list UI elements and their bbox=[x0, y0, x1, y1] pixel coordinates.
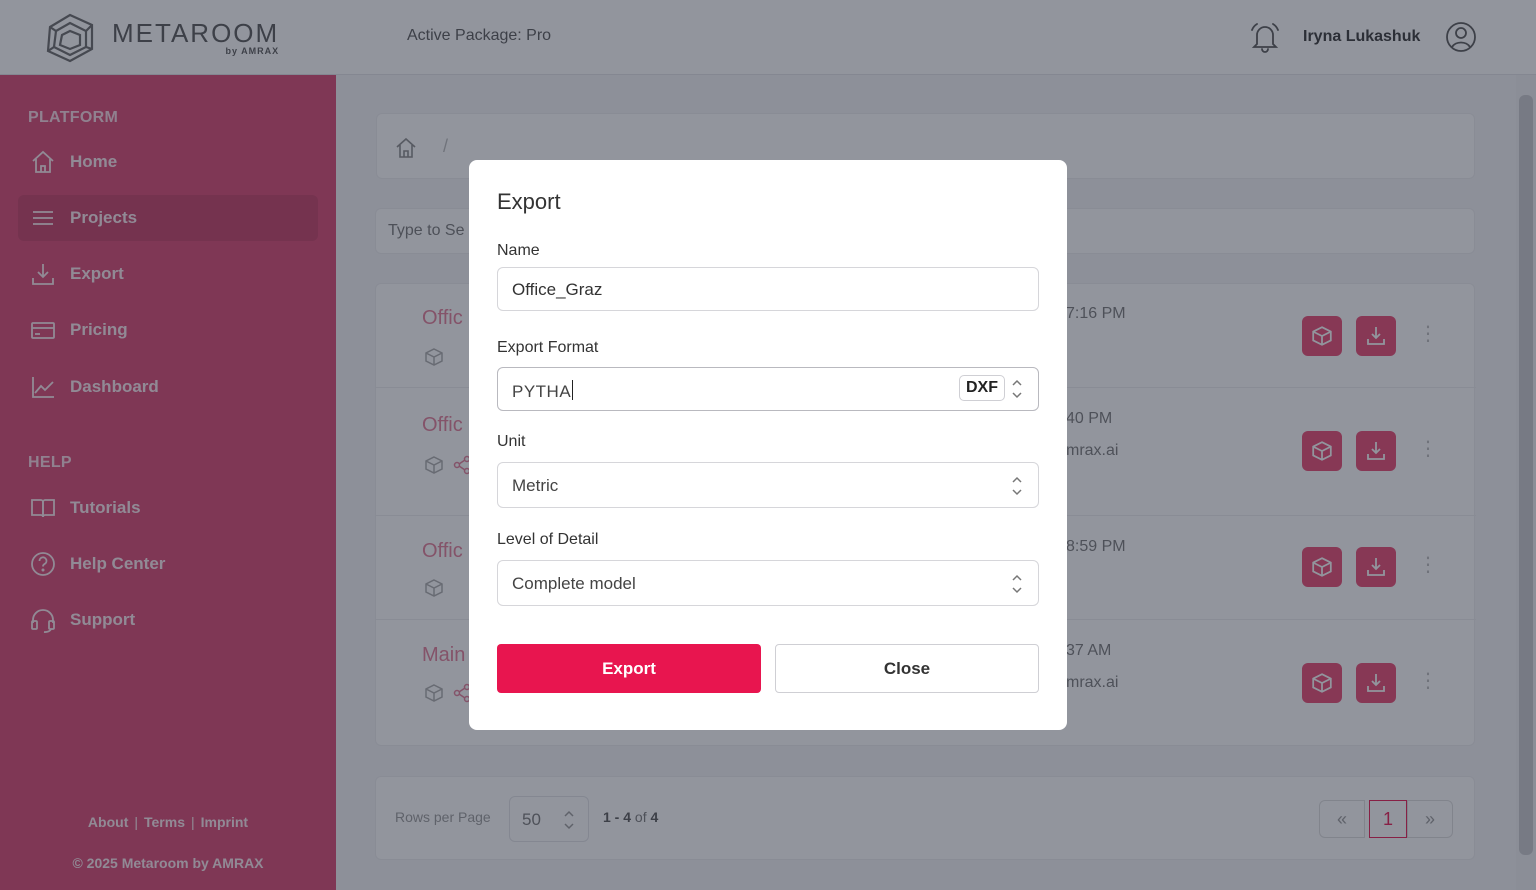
unit-select-value: Metric bbox=[512, 476, 559, 495]
level-of-detail-select[interactable]: Complete model bbox=[497, 560, 1039, 606]
unit-select[interactable]: Metric bbox=[497, 462, 1039, 508]
export-format-label: Export Format bbox=[497, 339, 599, 356]
text-caret bbox=[572, 380, 574, 400]
name-input[interactable] bbox=[512, 280, 932, 300]
dialog-title: Export bbox=[497, 189, 561, 214]
chevron-updown-icon bbox=[1012, 476, 1022, 496]
level-of-detail-value: Complete model bbox=[512, 574, 636, 593]
level-of-detail-label: Level of Detail bbox=[497, 531, 599, 548]
unit-label: Unit bbox=[497, 433, 526, 450]
chevron-updown-icon[interactable] bbox=[1010, 376, 1024, 402]
export-format-input[interactable]: PYTHA bbox=[512, 382, 571, 401]
export-dialog: Export Name Export Format PYTHA DXF Unit… bbox=[469, 160, 1067, 730]
export-button[interactable]: Export bbox=[497, 644, 761, 693]
name-label: Name bbox=[497, 242, 540, 259]
name-field[interactable] bbox=[497, 267, 1039, 311]
chevron-updown-icon bbox=[1012, 574, 1022, 594]
close-button[interactable]: Close bbox=[775, 644, 1039, 693]
export-format-field[interactable]: PYTHA DXF bbox=[497, 367, 1039, 411]
format-badge[interactable]: DXF bbox=[959, 375, 1005, 401]
